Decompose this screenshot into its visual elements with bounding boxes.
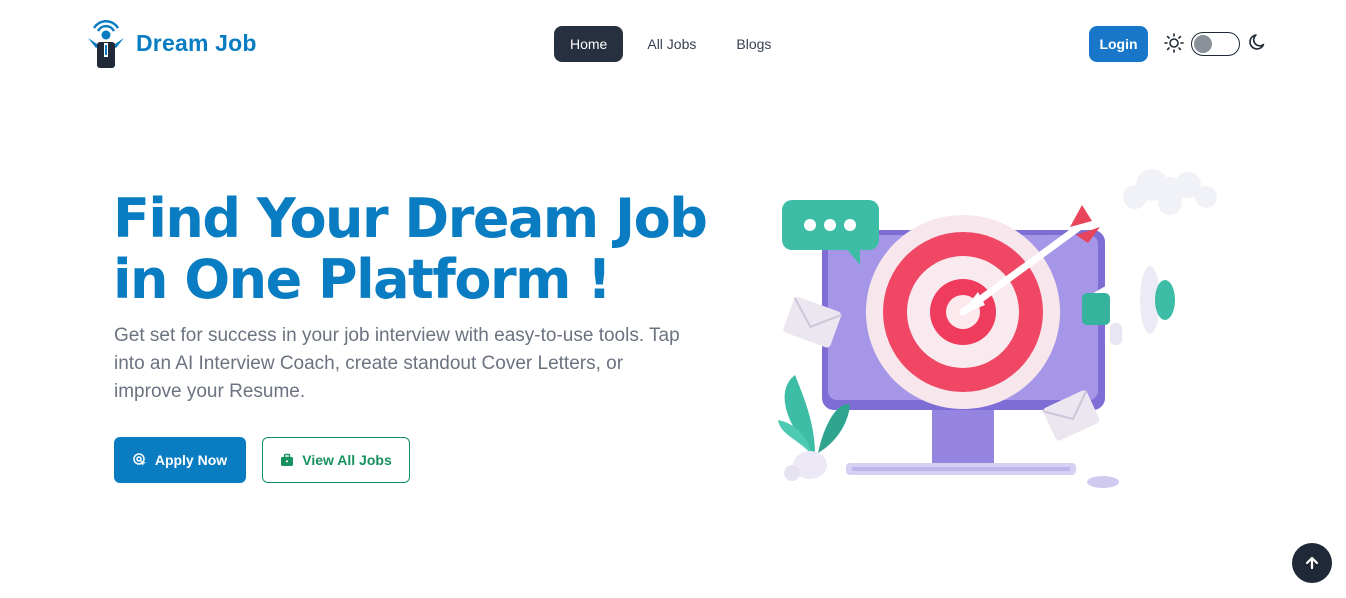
toggle-knob	[1194, 35, 1212, 53]
view-all-jobs-button[interactable]: View All Jobs	[262, 437, 410, 483]
hero-subtitle: Get set for success in your job intervie…	[114, 325, 680, 402]
apply-now-button[interactable]: Apply Now	[114, 437, 246, 483]
briefcase-icon	[281, 453, 294, 466]
target-monitor-illustration	[778, 169, 1217, 488]
nav-item-home[interactable]: Home	[554, 26, 624, 62]
theme-toggle[interactable]	[1191, 32, 1240, 56]
nav-item-all-jobs[interactable]: All Jobs	[631, 26, 712, 62]
scroll-to-top-button[interactable]	[1292, 543, 1332, 583]
apply-now-label: Apply Now	[154, 452, 228, 468]
login-button[interactable]: Login	[1089, 26, 1148, 62]
moon-icon[interactable]	[1249, 33, 1267, 51]
hero-title-line-1: Find Your Dream Job	[113, 187, 708, 250]
hero-title-line-2: in One Platform !	[113, 248, 612, 311]
arrow-up-icon	[1305, 556, 1319, 570]
brand-name: Dream Job	[136, 29, 257, 56]
nav-item-blogs[interactable]: Blogs	[720, 26, 787, 62]
cloud-icon	[1123, 169, 1217, 215]
main-nav: Home All Jobs Blogs	[554, 26, 787, 62]
target-click-icon	[133, 453, 146, 466]
navbar: Dream Job Home All Jobs Blogs Login	[0, 0, 1346, 90]
person-broadcast-logo-icon	[88, 19, 124, 68]
brand-link[interactable]: Dream Job	[84, 16, 257, 70]
view-all-jobs-label: View All Jobs	[302, 452, 392, 468]
sun-icon[interactable]	[1164, 33, 1184, 53]
hero-title: Find Your Dream Job in One Platform !	[113, 188, 753, 310]
